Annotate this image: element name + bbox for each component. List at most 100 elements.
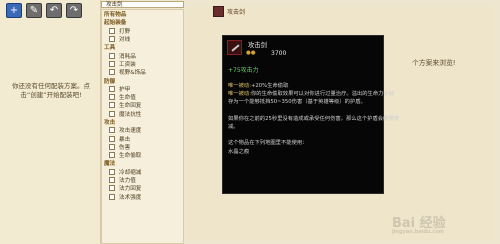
category-filter-item[interactable]: 攻击速度 [102,126,183,134]
empty-builds-message: 你还没有任何配装方案。点击“创建”开始配装吧! [12,82,90,99]
category-label: 生命偷取 [119,153,142,160]
category-label: 冷却缩减 [119,169,142,176]
category-label: 所有物品 [104,12,127,19]
category-header: 起始装备 [102,18,183,26]
redo-button[interactable]: ↷ [66,3,82,18]
category-header: 魔法 [102,159,183,167]
category-header: 所有物品 [102,10,183,18]
filter-checkbox[interactable] [109,60,115,67]
category-filter-item[interactable]: 打野 [102,27,183,35]
filter-checkbox[interactable] [109,94,115,101]
item-category-list: 所有物品 起始装备 打野对线 工具 消耗品 工资装视野&饰品 防御 护甲生命值 生命回复 魔法抗性… [101,9,184,244]
filter-checkbox[interactable] [109,152,115,159]
filter-checkbox[interactable] [109,110,115,117]
passive-tag: 唯一被动: [228,83,251,89]
tooltip-description-line: 减。 [228,122,239,130]
category-label: 法力回复 [119,186,142,193]
tooltip-line-text: 这个物品在下列地图里不能使用： [228,140,308,147]
filter-checkbox[interactable] [109,135,115,142]
category-filter-item[interactable]: 法术强度 [102,193,183,201]
filter-checkbox[interactable] [109,168,115,175]
category-filter-item[interactable]: 生命值 [102,93,183,101]
category-label: 攻击速度 [119,128,142,135]
category-filter-item[interactable]: 生命偷取 [102,151,183,159]
category-label: 防御 [104,78,116,85]
category-label: 消耗品 [119,53,136,60]
filter-checkbox[interactable] [109,177,115,184]
category-header: 工具 [102,43,183,51]
app-root: + ✎ ↶ ↷ 你还没有任何配装方案。点击“创建”开始配装吧! 攻击剑 所有物品… [0,0,500,244]
filter-checkbox[interactable] [109,69,115,76]
category-label: 工具 [104,45,116,52]
category-filter-item[interactable]: 护甲 [102,85,183,93]
category-filter-item[interactable]: 法力回复 [102,184,183,192]
filter-checkbox[interactable] [109,36,115,43]
tooltip-description-line: 唯一被动:你的生命偷取效果可以对你进行过量治疗。溢出的生命力会储 [228,89,394,97]
category-label: 对线 [119,37,131,44]
filter-checkbox[interactable] [109,85,115,92]
item-tooltip: 攻击剑 ●● 3700 +75攻击力 唯一被动:+20%生命偷取 唯一被动:你的生… [222,35,399,194]
category-label: 暴击 [119,136,131,143]
category-label: 魔法 [104,161,116,168]
sword-icon [213,6,224,17]
item-sword-icon [227,40,242,55]
category-filter-item[interactable]: 冷却缩减 [102,168,183,176]
category-filter-item[interactable]: 视野&饰品 [102,68,183,76]
category-filter-item[interactable]: 对线 [102,35,183,43]
search-input-value: 攻击剑 [106,2,123,8]
tooltip-description-line: 唯一被动:+20%生命偷取 [228,81,288,89]
category-label: 法术强度 [119,194,142,201]
category-filter-item[interactable]: 法力值 [102,176,183,184]
add-build-button[interactable]: + [6,3,22,18]
gold-coin-icon: ●● [246,50,256,56]
filter-checkbox[interactable] [109,193,115,200]
category-label: 法力值 [119,178,136,185]
category-filter-item[interactable]: 工资装 [102,60,183,68]
toolbar: + ✎ ↶ ↷ [6,3,82,18]
main-titlebar: 攻击剑 [187,6,494,17]
tooltip-line-text: 水晶之痕 [228,148,250,155]
tooltip-item-price: 3700 [271,50,287,57]
watermark-logo: Bai 经验 jingyan.baidu.com [392,216,446,235]
tooltip-line-text: 减。 [228,124,239,130]
tooltip-description-line: 这个物品在下列地图里不能使用： [228,138,307,146]
tooltip-line-text: +20%生命偷取 [250,83,289,89]
filter-checkbox[interactable] [109,143,115,150]
category-filter-item[interactable]: 暴击 [102,134,183,143]
build-list-panel: + ✎ ↶ ↷ 你还没有任何配装方案。点击“创建”开始配装吧! [0,0,101,244]
category-filter-item[interactable]: 伤害 [102,143,183,151]
category-label: 视野&饰品 [119,70,146,77]
edit-build-button[interactable]: ✎ [26,3,42,18]
filter-checkbox[interactable] [109,185,115,192]
tooltip-line-text: 存为一个能够抵挡50~350伤害（基于英雄等级）的护盾。 [228,99,366,106]
browse-hint: 个方案来浏览! [412,59,456,67]
category-label: 伤害 [119,144,131,151]
tooltip-line-text: 你的生命偷取效果可以对你进行过量治疗。溢出的生命力会储 [250,91,395,98]
category-filter-item[interactable]: 消耗品 [102,51,183,60]
category-filter-item[interactable]: 生命回复 [102,101,183,109]
filter-checkbox[interactable] [109,27,115,34]
category-label: 工资装 [119,61,136,68]
category-filter-item[interactable]: 魔法抗性 [102,110,183,118]
category-header: 攻击 [102,118,183,126]
tooltip-item-name: 攻击剑 [248,42,267,49]
tooltip-stat: +75攻击力 [228,67,259,74]
category-label: 打野 [119,28,131,35]
filter-checkbox[interactable] [109,52,115,59]
tooltip-line-text: 如果你在之前的25秒里没有造成或承受任何伤害，那么这个护盾会缓慢衰 [228,115,399,122]
selected-item-title: 攻击剑 [227,9,246,16]
category-label: 生命值 [119,95,136,102]
category-label: 魔法抗性 [119,111,142,118]
search-input[interactable]: 攻击剑 [101,1,184,8]
undo-button[interactable]: ↶ [46,3,62,18]
category-header: 防御 [102,76,183,85]
tooltip-description-line: 如果你在之前的25秒里没有造成或承受任何伤害，那么这个护盾会缓慢衰 [228,114,399,122]
filter-checkbox[interactable] [109,127,115,134]
passive-tag: 唯一被动: [228,91,251,98]
category-label: 攻击 [104,120,116,126]
category-label: 生命回复 [119,103,142,110]
filter-checkbox[interactable] [109,102,115,109]
tooltip-description-line: 存为一个能够抵挡50~350伤害（基于英雄等级）的护盾。 [228,97,366,105]
category-label: 起始装备 [104,20,127,27]
tooltip-description-line: 水晶之痕 [228,147,249,155]
